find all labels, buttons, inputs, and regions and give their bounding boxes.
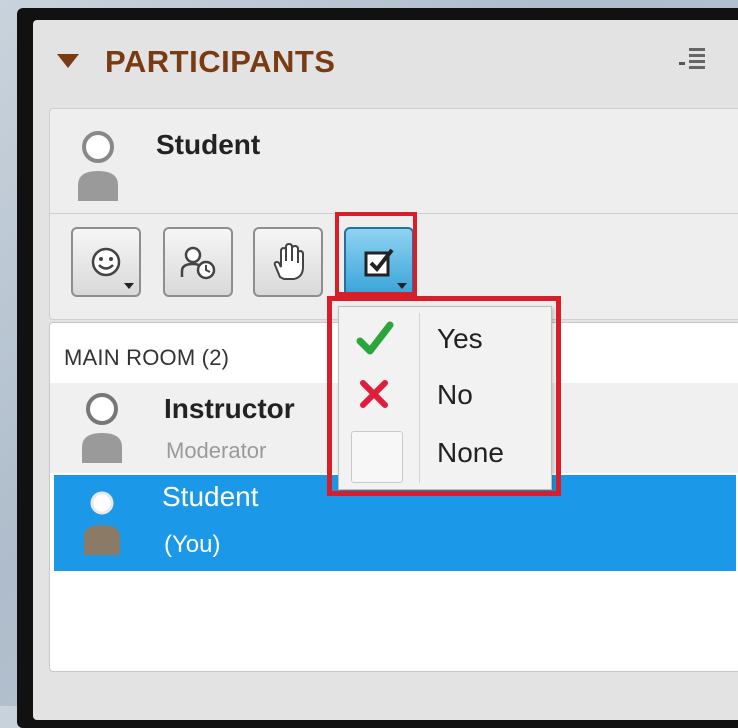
panel-menu-icon[interactable] <box>679 48 709 76</box>
user-avatar-icon <box>82 393 122 463</box>
participant-name: Student <box>162 481 259 512</box>
highlight-box <box>327 296 561 496</box>
my-name: Student <box>156 129 261 160</box>
room-label: MAIN ROOM (2) <box>64 345 230 370</box>
emoticon-button[interactable] <box>71 227 141 297</box>
away-clock-icon <box>180 246 216 280</box>
dropdown-caret-icon <box>124 283 134 289</box>
participant-name: Instructor <box>164 393 295 424</box>
collapse-triangle-icon[interactable] <box>57 54 79 68</box>
panel-header: PARTICIPANTS <box>33 20 738 100</box>
participant-role: (You) <box>164 531 221 558</box>
smiley-icon <box>91 247 121 277</box>
user-avatar-icon <box>78 131 118 201</box>
user-avatar-icon <box>84 491 120 555</box>
away-button[interactable] <box>163 227 233 297</box>
highlight-box <box>335 212 417 296</box>
raise-hand-icon <box>273 243 304 280</box>
raise-hand-button[interactable] <box>253 227 323 297</box>
participant-role: Moderator <box>166 438 267 463</box>
panel-title: PARTICIPANTS <box>105 44 336 79</box>
